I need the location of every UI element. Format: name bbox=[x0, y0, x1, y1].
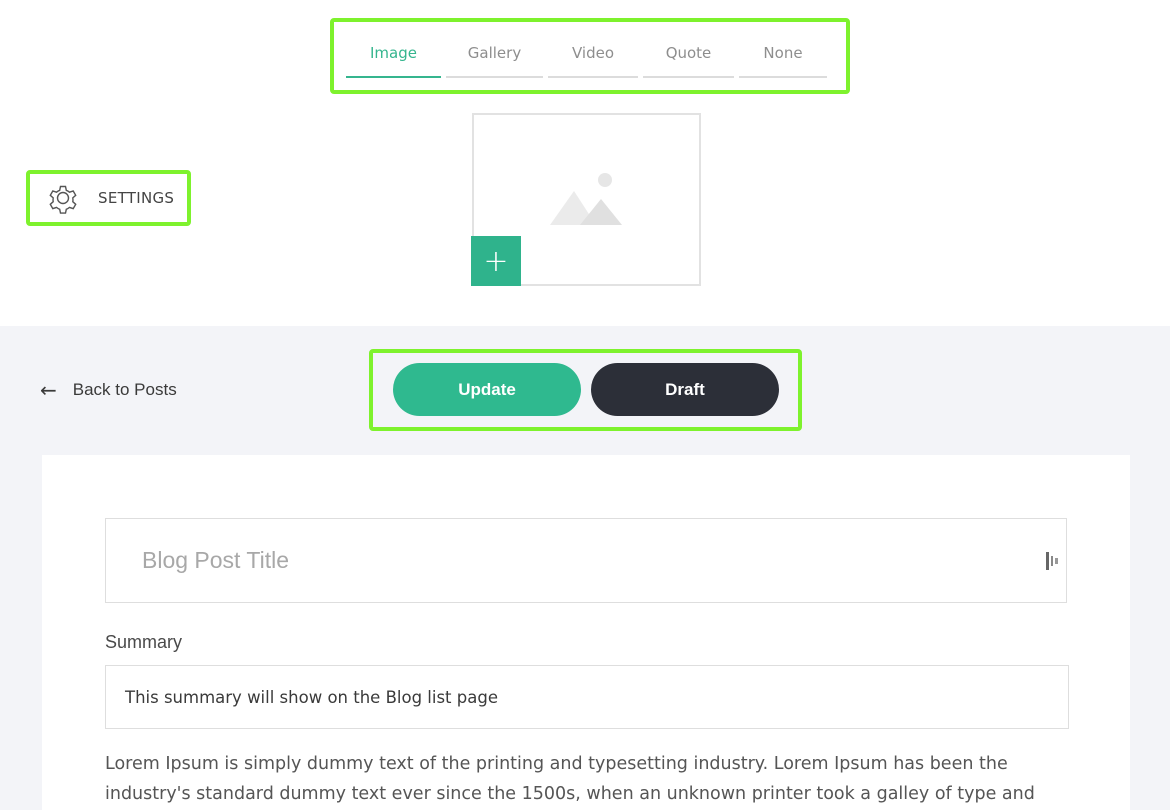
image-placeholder-icon bbox=[550, 173, 622, 225]
back-to-posts-link[interactable]: ← Back to Posts bbox=[40, 378, 177, 402]
summary-label: Summary bbox=[105, 632, 183, 652]
gear-icon bbox=[49, 185, 77, 214]
tab-gallery[interactable]: Gallery bbox=[446, 30, 543, 78]
draft-button[interactable]: Draft bbox=[591, 363, 779, 416]
post-body-text[interactable]: Lorem Ipsum is simply dummy text of the … bbox=[105, 749, 1065, 809]
back-link-label: Back to Posts bbox=[72, 380, 177, 399]
post-type-tabs: Image Gallery Video Quote None bbox=[346, 30, 827, 78]
tab-none[interactable]: None bbox=[739, 30, 827, 78]
summary-input[interactable]: This summary will show on the Blog list … bbox=[105, 665, 1069, 729]
tab-image[interactable]: Image bbox=[346, 30, 441, 78]
tab-video[interactable]: Video bbox=[548, 30, 638, 78]
tab-quote[interactable]: Quote bbox=[643, 30, 734, 78]
title-placeholder: Blog Post Title bbox=[142, 547, 290, 573]
update-button[interactable]: Update bbox=[393, 363, 581, 416]
back-arrow-icon: ← bbox=[40, 378, 57, 402]
add-image-button[interactable]: + bbox=[471, 236, 521, 286]
settings-button[interactable]: SETTINGS bbox=[46, 180, 174, 216]
settings-label: SETTINGS bbox=[98, 189, 175, 207]
text-format-icon[interactable] bbox=[1046, 552, 1060, 570]
post-title-input[interactable]: Blog Post Title bbox=[105, 518, 1067, 603]
